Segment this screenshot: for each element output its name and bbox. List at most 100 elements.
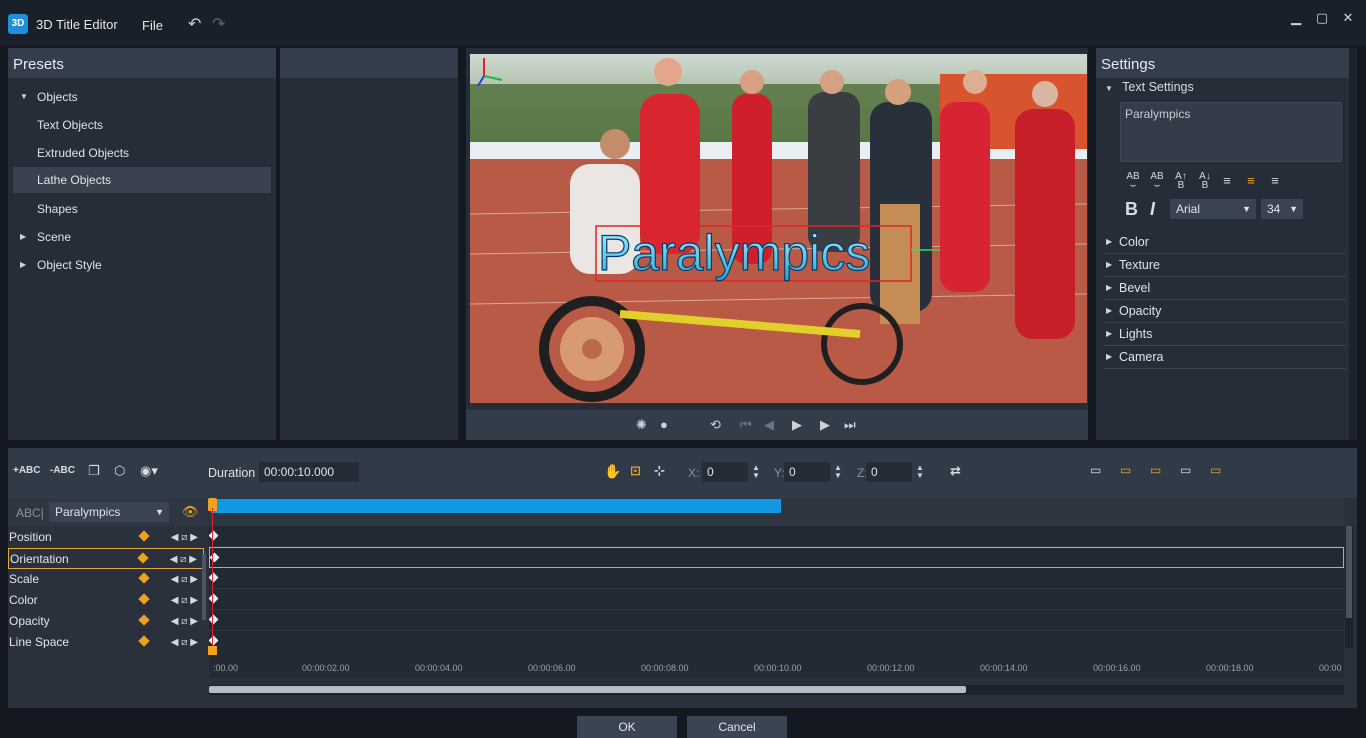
text-content-input[interactable]: Paralympics (1120, 102, 1342, 162)
x-input[interactable]: 0 (702, 462, 748, 482)
text-down-icon[interactable]: A↓ B (1196, 172, 1214, 191)
menu-file[interactable]: File (142, 18, 163, 33)
keyframe-nav-icon[interactable]: ◀ ⧄ ▶ (171, 527, 198, 548)
keyframe-marker[interactable] (209, 614, 219, 625)
redo-icon[interactable]: ↷ (212, 14, 225, 34)
cancel-button[interactable]: Cancel (687, 716, 787, 738)
view-back-icon[interactable]: ▭ (1180, 463, 1191, 477)
loop-icon[interactable]: ⟲ (710, 417, 721, 433)
keyframe-nav-icon[interactable]: ◀ ⧄ ▶ (171, 632, 198, 648)
close-icon[interactable]: ✕ (1338, 10, 1358, 28)
preview-viewport[interactable]: Paralympics (470, 54, 1087, 403)
lane-scale[interactable] (209, 568, 1344, 589)
reset-icon[interactable]: ⇄ (950, 463, 961, 479)
keyframe-marker[interactable] (209, 635, 219, 646)
visibility-eye-icon[interactable]: 👁 (182, 504, 199, 520)
view-side-icon[interactable]: ▭ (1150, 463, 1161, 477)
light-icon[interactable]: ✺ (636, 417, 647, 433)
section-camera[interactable]: ▶ Camera (1104, 346, 1346, 369)
section-lights[interactable]: ▶ Lights (1104, 323, 1346, 346)
keyframe-add-icon[interactable] (138, 593, 150, 605)
section-opacity[interactable]: ▶ Opacity (1104, 300, 1346, 323)
copy-icon[interactable]: ❐ (88, 463, 100, 479)
shape-icon[interactable]: ⬡ (114, 463, 125, 479)
bold-button[interactable]: B (1125, 199, 1138, 220)
move-icon[interactable]: ⊡ (630, 463, 641, 479)
keyframe-nav-icon[interactable]: ◀ ⧄ ▶ (170, 549, 197, 570)
track-color[interactable]: Color ◀ ⧄ ▶ (8, 590, 204, 611)
track-opacity[interactable]: Opacity ◀ ⧄ ▶ (8, 611, 204, 632)
keyframe-marker[interactable] (209, 530, 219, 541)
tree-item-object-style[interactable]: ▶ Object Style (8, 252, 266, 278)
align-left-icon[interactable]: ≡ (1218, 172, 1236, 190)
rotate-icon[interactable]: ⊹ (654, 463, 665, 479)
italic-button[interactable]: I (1150, 199, 1155, 220)
undo-icon[interactable]: ↶ (188, 14, 201, 34)
keyframe-nav-icon[interactable]: ◀ ⧄ ▶ (171, 590, 198, 611)
go-start-icon[interactable]: ⏮ (740, 417, 752, 433)
view-top-icon[interactable]: ▭ (1120, 463, 1131, 477)
track-position[interactable]: Position ◀ ⧄ ▶ (8, 527, 204, 548)
remove-text-button[interactable]: -ABC (50, 465, 75, 476)
text-clip-bar[interactable] (211, 499, 781, 513)
x-spinner-icon[interactable]: ▲ ▼ (752, 464, 760, 480)
play-icon[interactable]: ▶ (792, 417, 802, 433)
uppercase-icon[interactable]: AB ⌣ (1124, 172, 1142, 191)
align-center-icon[interactable]: ≡ (1242, 172, 1260, 190)
keyframe-add-icon[interactable] (137, 552, 149, 564)
keyframe-marker[interactable] (209, 572, 219, 583)
overlay-title-text[interactable]: Paralympics (597, 224, 870, 281)
expand-down-icon[interactable]: ▼ (1105, 84, 1113, 93)
minimize-icon[interactable]: ▁ (1286, 10, 1306, 28)
expand-down-icon[interactable]: ▼ (20, 84, 28, 110)
align-right-icon[interactable]: ≡ (1266, 172, 1284, 190)
section-color[interactable]: ▶ Color (1104, 231, 1346, 254)
add-text-button[interactable]: +ABC (13, 465, 41, 476)
hand-icon[interactable]: ✋ (604, 463, 621, 480)
step-back-icon[interactable]: ◀ (764, 417, 774, 433)
lane-line-space[interactable] (209, 631, 1344, 648)
drop-icon[interactable]: ● (660, 417, 668, 432)
y-spinner-icon[interactable]: ▲ ▼ (834, 464, 842, 480)
lane-opacity[interactable] (209, 610, 1344, 631)
playhead-bottom-handle[interactable] (208, 646, 217, 655)
object-select[interactable]: Paralympics ▼ (49, 502, 169, 522)
view-front-icon[interactable]: ▭ (1090, 463, 1101, 477)
y-input[interactable]: 0 (784, 462, 830, 482)
track-scale[interactable]: Scale ◀ ⧄ ▶ (8, 569, 204, 590)
lanes-scrollbar[interactable] (1345, 526, 1353, 648)
track-orientation[interactable]: Orientation ◀ ⧄ ▶ (8, 548, 204, 569)
view-perspective-icon[interactable]: ▭ (1210, 463, 1221, 477)
section-bevel[interactable]: ▶ Bevel (1104, 277, 1346, 300)
duration-input[interactable]: 00:00:10.000 (259, 462, 359, 482)
font-select[interactable]: Arial ▼ (1170, 199, 1256, 219)
step-forward-icon[interactable]: ▶ (820, 417, 830, 433)
keyframe-add-icon[interactable] (138, 530, 150, 542)
time-ruler[interactable]: :00.00 00:00:02.00 00:00:04.00 00:00:06.… (209, 648, 1344, 678)
tree-item-lathe-objects[interactable]: Lathe Objects (13, 167, 271, 193)
lanes-scroll-thumb[interactable] (1346, 526, 1352, 618)
lane-color[interactable] (209, 589, 1344, 610)
tree-item-scene[interactable]: ▶ Scene (8, 224, 266, 250)
settings-scrollbar[interactable] (1349, 48, 1357, 440)
tracks-scrollbar[interactable] (202, 554, 206, 620)
timeline-hscroll-thumb[interactable] (209, 686, 966, 693)
go-end-icon[interactable]: ⏭ (844, 417, 856, 433)
keyframe-add-icon[interactable] (138, 614, 150, 626)
lane-position[interactable] (209, 526, 1344, 547)
lane-orientation[interactable] (209, 547, 1344, 568)
size-select[interactable]: 34 ▼ (1261, 199, 1303, 219)
maximize-icon[interactable]: ▢ (1312, 10, 1332, 28)
tree-item-extruded-objects[interactable]: Extruded Objects (8, 140, 266, 166)
z-spinner-icon[interactable]: ▲ ▼ (916, 464, 924, 480)
tree-item-objects[interactable]: ▼ Objects (8, 84, 266, 110)
style-dropdown-icon[interactable]: ◉▾ (140, 463, 158, 479)
keyframe-add-icon[interactable] (138, 572, 150, 584)
keyframe-add-icon[interactable] (138, 635, 150, 647)
tree-item-text-objects[interactable]: Text Objects (8, 112, 266, 138)
keyframe-marker[interactable] (209, 593, 219, 604)
tree-item-shapes[interactable]: Shapes (8, 196, 266, 222)
lowercase-icon[interactable]: AB ⌣ (1148, 172, 1166, 191)
track-line-space[interactable]: Line Space ◀ ⧄ ▶ (8, 632, 204, 648)
z-input[interactable]: 0 (866, 462, 912, 482)
